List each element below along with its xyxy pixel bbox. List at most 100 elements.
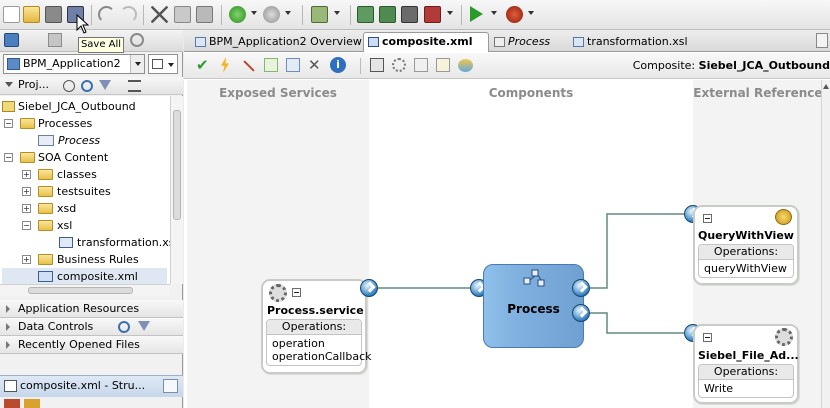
tab-process[interactable]: Process	[489, 32, 551, 52]
deploy-icon[interactable]	[401, 6, 418, 23]
folder-icon	[20, 152, 35, 163]
collapse-icon[interactable]: −	[4, 153, 13, 162]
mouse-cursor-icon	[76, 14, 90, 34]
operations-label: Operations:	[267, 320, 361, 335]
scroll-thumb[interactable]	[28, 287, 133, 294]
composite-canvas[interactable]: Exposed Services Components External Ref…	[187, 80, 830, 408]
operation-item[interactable]: operation	[267, 337, 361, 350]
expand-icon[interactable]: +	[22, 204, 31, 213]
scroll-up-icon[interactable]	[823, 84, 829, 89]
add-icon[interactable]	[264, 58, 278, 72]
expand-icon[interactable]: +	[22, 187, 31, 196]
sync-icon[interactable]	[414, 58, 428, 72]
accordion-data-controls[interactable]: Data Controls	[0, 318, 183, 336]
rebuild-icon[interactable]	[379, 6, 396, 23]
structure-toolbar-icon[interactable]	[4, 399, 20, 408]
tree-horizontal-scrollbar[interactable]	[0, 284, 170, 296]
validate-icon[interactable]: ✔	[196, 58, 209, 73]
reference-querywithview[interactable]: QueryWithView Operations: queryWithView	[693, 205, 799, 285]
filter-icon[interactable]	[99, 80, 111, 90]
process-output-port[interactable]	[572, 279, 590, 297]
tree-item-composite-xml[interactable]: composite.xml	[2, 268, 167, 284]
tab-bpm-application2-overview[interactable]: BPM_Application2 Overview	[190, 32, 363, 52]
scroll-thumb[interactable]	[173, 110, 181, 220]
refresh-icon[interactable]	[118, 321, 130, 333]
forward-icon[interactable]	[263, 6, 280, 23]
tab-transformation-xsl[interactable]: transformation.xsl	[568, 32, 689, 52]
sort-icon[interactable]	[128, 80, 141, 92]
projects-label[interactable]: Proj...	[18, 78, 49, 91]
accordion-application-resources[interactable]: Application Resources	[0, 300, 183, 318]
collapse-icon[interactable]	[703, 333, 712, 342]
expand-icon[interactable]: +	[22, 255, 31, 264]
run-icon[interactable]	[470, 6, 483, 22]
resource-palette-tab-icon[interactable]	[48, 33, 62, 47]
redo-icon[interactable]	[120, 6, 137, 23]
minimize-icon[interactable]	[163, 379, 178, 393]
bpmn-process-icon	[523, 269, 545, 287]
save-icon[interactable]	[45, 6, 62, 23]
composite-editor: BPM_Application2 Overview composite.xml …	[184, 30, 830, 408]
expand-icon[interactable]: +	[22, 170, 31, 179]
wire-process-to-siebel-file-adapter[interactable]	[589, 312, 691, 334]
open-icon[interactable]	[23, 6, 40, 23]
collapse-icon[interactable]	[703, 214, 712, 223]
profile-icon[interactable]	[424, 6, 441, 23]
collapse-icon[interactable]: −	[4, 119, 13, 128]
database-tab-icon[interactable]	[130, 33, 144, 47]
chevron-down-icon[interactable]	[528, 11, 534, 15]
new-icon[interactable]	[3, 6, 20, 23]
cut-icon[interactable]	[151, 6, 168, 23]
back-icon[interactable]	[229, 6, 246, 23]
project-tree: Siebel_JCA_Outbound − Processes Process …	[0, 96, 170, 284]
template-icon[interactable]	[436, 58, 450, 72]
chevron-down-icon[interactable]	[491, 11, 497, 15]
project-properties-icon[interactable]	[63, 80, 75, 92]
application-navigator-tab-icon[interactable]	[4, 33, 19, 47]
operation-item[interactable]: queryWithView	[699, 262, 793, 275]
collapse-icon[interactable]: −	[22, 221, 31, 230]
tree-vertical-scrollbar[interactable]	[170, 96, 183, 284]
test-icon[interactable]	[370, 58, 384, 72]
collapse-projects-icon[interactable]	[5, 82, 13, 87]
copy-icon[interactable]	[174, 6, 191, 23]
application-select[interactable]: BPM_Application2	[3, 54, 145, 74]
structure-toolbar-icon[interactable]	[24, 399, 40, 408]
refresh-icon[interactable]	[81, 80, 93, 92]
chevron-down-icon[interactable]	[251, 11, 257, 15]
undo-icon[interactable]	[98, 6, 115, 23]
debug-icon[interactable]	[506, 6, 523, 23]
info-icon[interactable]: i	[330, 57, 346, 73]
application-menu-button[interactable]	[148, 54, 178, 74]
configure-icon[interactable]	[392, 58, 406, 72]
collapse-icon[interactable]	[292, 288, 301, 297]
tree-item-label: Processes	[38, 117, 93, 130]
chevron-down-icon[interactable]	[447, 11, 453, 15]
reference-siebel-file-adapter[interactable]: Siebel_File_Ad... Operations: Write	[693, 324, 799, 404]
tab-composite-xml[interactable]: composite.xml	[363, 32, 489, 52]
soa-icon[interactable]	[458, 59, 473, 72]
process-output-port[interactable]	[572, 304, 590, 322]
chevron-down-icon[interactable]	[334, 11, 340, 15]
tab-list-button[interactable]	[816, 33, 828, 48]
lightning-icon[interactable]	[221, 57, 229, 73]
service-process-service[interactable]: Process.service Operations: operation op…	[261, 279, 372, 374]
layout-icon[interactable]	[286, 58, 300, 72]
service-port[interactable]	[360, 279, 378, 297]
operation-item[interactable]: operationCallback	[267, 350, 372, 363]
filter-icon[interactable]	[138, 321, 150, 331]
tree-item-label: SOA Content	[38, 151, 109, 164]
wire-icon[interactable]	[243, 60, 255, 72]
paste-icon[interactable]	[196, 6, 213, 23]
chevron-down-icon[interactable]	[285, 11, 291, 15]
accordion-recently-opened-files[interactable]: Recently Opened Files	[0, 336, 183, 354]
delete-icon[interactable]: ✕	[308, 56, 321, 74]
canvas-vertical-scrollbar[interactable]	[821, 80, 830, 408]
component-process[interactable]: Process	[483, 264, 584, 348]
sql-worksheet-icon[interactable]	[311, 6, 328, 23]
make-icon[interactable]	[357, 6, 374, 23]
separator	[302, 5, 303, 25]
operation-item[interactable]: Write	[699, 382, 793, 395]
wire-process-to-querywithview[interactable]	[589, 213, 691, 289]
chevron-down-icon[interactable]	[130, 55, 144, 73]
